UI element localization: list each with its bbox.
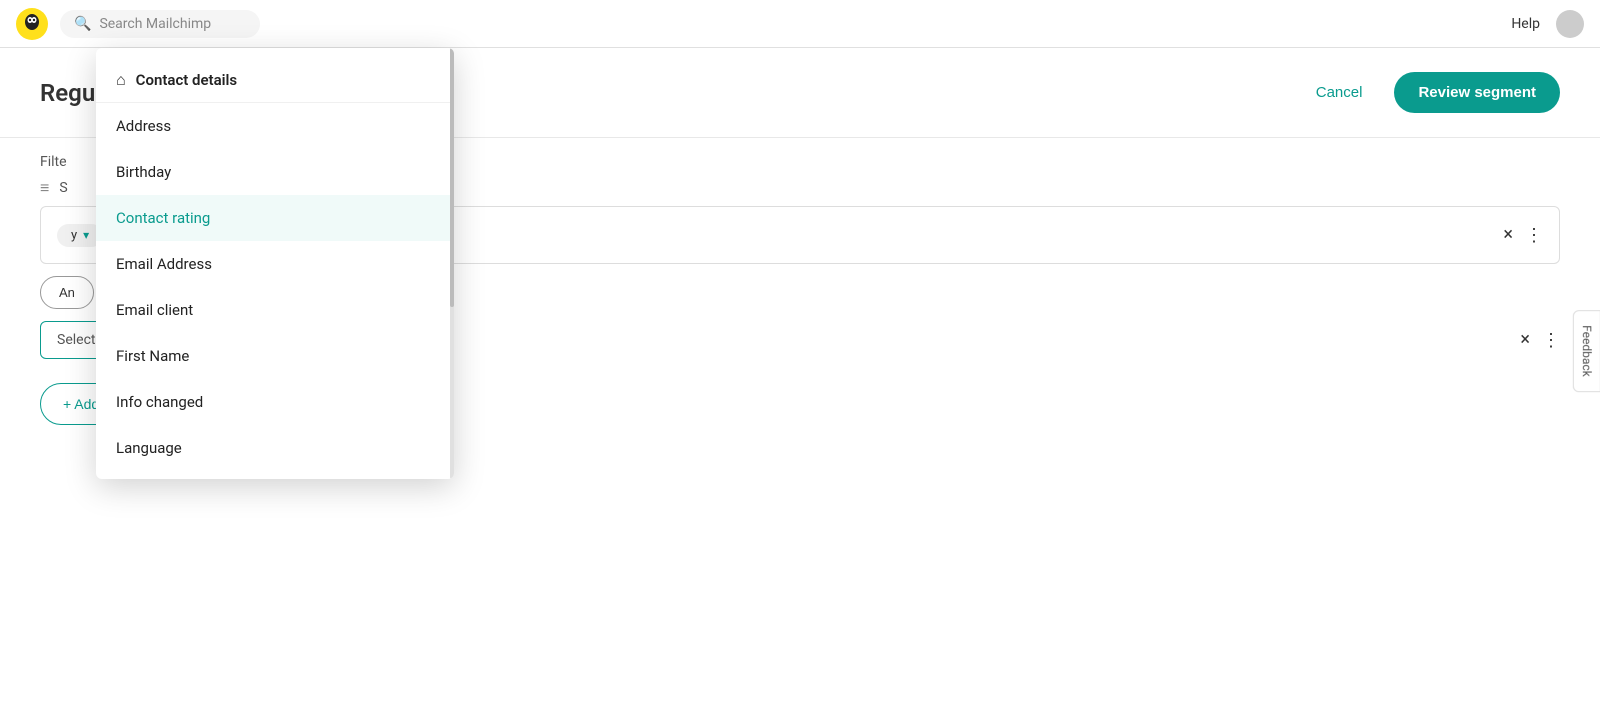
filter-row-2-actions: × ⋮ (1520, 330, 1560, 351)
cancel-button[interactable]: Cancel (1300, 76, 1379, 109)
feedback-tab[interactable]: Feedback (1573, 310, 1600, 392)
dropdown-item-email-client[interactable]: Email client (96, 287, 454, 333)
dropdown-header: ⌂ Contact details (96, 56, 454, 103)
dropdown-item-label-email-address: Email Address (116, 255, 212, 273)
dropdown-item-label-first-name: First Name (116, 347, 189, 365)
filter-close-button-2[interactable]: × (1520, 331, 1530, 349)
help-label[interactable]: Help (1511, 16, 1540, 32)
search-icon: 🔍 (74, 16, 91, 32)
segment-icon: ≡ (40, 178, 49, 198)
filter-tag-label: y (71, 228, 77, 243)
dropdown-scrollbar-thumb (450, 48, 454, 307)
modal-title: Regu (40, 79, 95, 107)
dropdown-item-address[interactable]: Address (96, 103, 454, 149)
search-placeholder: Search Mailchimp (99, 16, 211, 32)
dropdown-item-label-info-changed: Info changed (116, 393, 203, 411)
dropdown-item-label-contact-rating: Contact rating (116, 209, 210, 227)
dropdown-item-email-address[interactable]: Email Address (96, 241, 454, 287)
dropdown-item-first-name[interactable]: First Name (96, 333, 454, 379)
modal-overlay: Regu Cancel Review segment Filte ≡ S y ▾… (0, 48, 1600, 702)
segment-label: S (59, 180, 67, 196)
navbar-right: Help (1511, 10, 1584, 38)
dropdown-item-label-address: Address (116, 117, 171, 135)
dropdown-item-language[interactable]: Language (96, 425, 454, 471)
dropdown-item-contact-rating[interactable]: Contact rating (96, 195, 454, 241)
and-button[interactable]: An (40, 276, 94, 309)
filter-label-text: Filte (40, 154, 67, 170)
filter-more-button-1[interactable]: ⋮ (1525, 225, 1543, 246)
logo (16, 8, 48, 40)
review-segment-button[interactable]: Review segment (1394, 72, 1560, 113)
dropdown-item-label-birthday: Birthday (116, 163, 171, 181)
home-icon: ⌂ (116, 70, 126, 90)
dropdown-item-info-changed[interactable]: Info changed (96, 379, 454, 425)
modal-actions: Cancel Review segment (1300, 72, 1560, 113)
navbar: 🔍 Search Mailchimp Help (0, 0, 1600, 48)
dropdown-menu: ⌂ Contact details Address Birthday Conta… (96, 48, 454, 479)
filter-row-actions-1: × ⋮ (1503, 225, 1543, 246)
dropdown-scrollbar[interactable] (450, 48, 454, 479)
user-avatar[interactable] (1556, 10, 1584, 38)
dropdown-header-label: Contact details (136, 71, 237, 89)
filter-close-button-1[interactable]: × (1503, 226, 1513, 244)
dropdown-item-label-language: Language (116, 439, 182, 457)
dropdown-item-birthday[interactable]: Birthday (96, 149, 454, 195)
dropdown-item-label-email-client: Email client (116, 301, 193, 319)
feedback-label: Feedback (1580, 325, 1594, 377)
chevron-down-icon: ▾ (83, 228, 89, 242)
search-bar[interactable]: 🔍 Search Mailchimp (60, 10, 260, 38)
filter-more-button-2[interactable]: ⋮ (1542, 330, 1560, 351)
